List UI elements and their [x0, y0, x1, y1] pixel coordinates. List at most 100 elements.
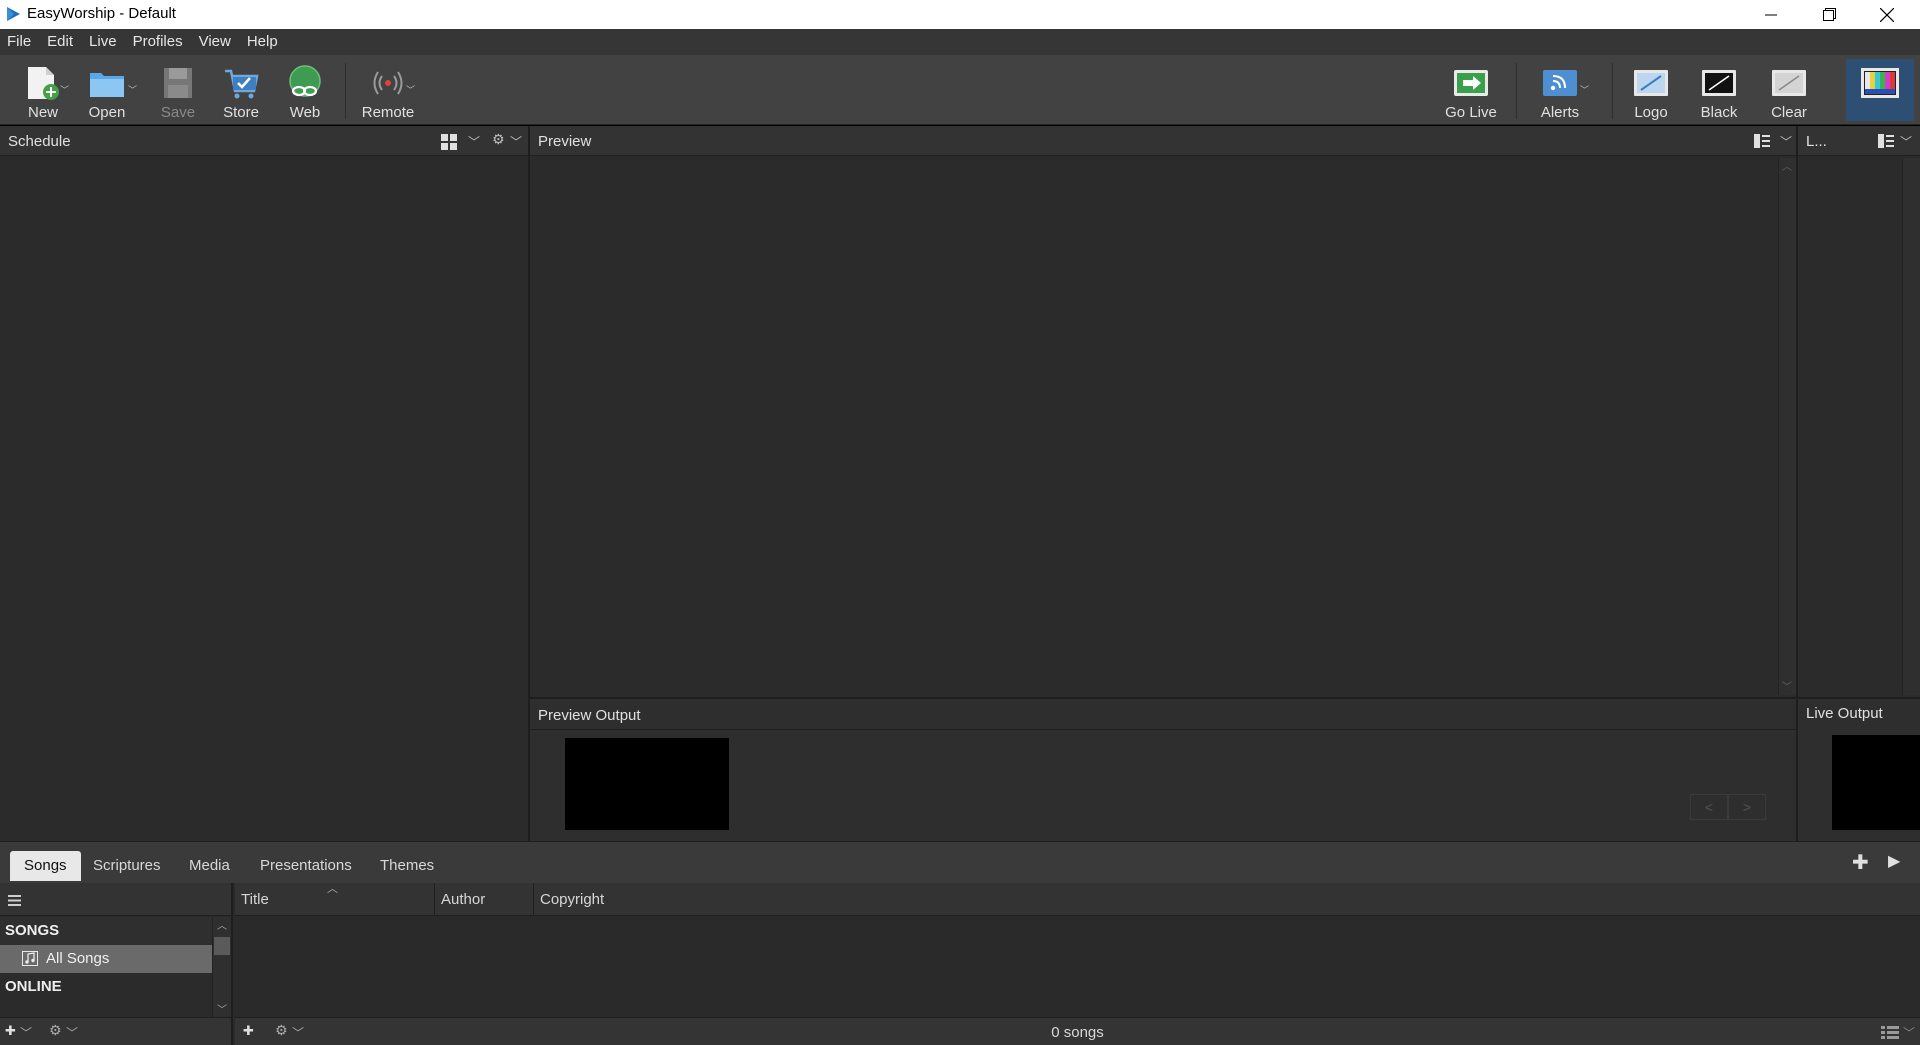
category-scrollbar[interactable]: ︿ ﹀	[212, 917, 231, 1017]
logo-button[interactable]: Logo	[1626, 55, 1676, 125]
black-label: Black	[1700, 104, 1738, 121]
menu-help[interactable]: Help	[239, 29, 286, 55]
view-mode-dropdown-icon[interactable]: ﹀	[1903, 1024, 1915, 1041]
minimize-button[interactable]	[1742, 0, 1800, 29]
play-icon[interactable]: ▶	[1888, 851, 1900, 871]
preview-output-thumbnail	[565, 738, 729, 830]
web-globe-link-icon	[289, 65, 321, 97]
live-output-title: Live Output	[1806, 705, 1883, 722]
toolbar-separator	[1516, 63, 1517, 119]
new-button[interactable]: New ﹀	[18, 55, 69, 125]
preview-panel: Preview ﹀ ︿ ﹀	[530, 126, 1796, 697]
songs-status-bar: ✚ ⚙ ﹀ 0 songs ﹀	[235, 1017, 1920, 1045]
song-count: 0 songs	[1051, 1024, 1104, 1041]
scroll-up-icon[interactable]: ︿	[1782, 158, 1792, 173]
easyworship-window: EasyWorship - Default File Edit Live Pro…	[0, 0, 1920, 1045]
column-copyright[interactable]: Copyright	[534, 883, 1920, 916]
library-area: SONGS All Songs ONLINE ︿ ﹀ ✚ ﹀ ⚙ ﹀ Title…	[0, 883, 1920, 1045]
view-dropdown-icon[interactable]: ﹀	[468, 133, 480, 150]
category-settings-dropdown-icon[interactable]: ﹀	[66, 1024, 78, 1041]
tab-presentations[interactable]: Presentations	[246, 851, 366, 881]
live-header: L... ﹀	[1798, 126, 1920, 156]
menu-bar: File Edit Live Profiles View Help	[0, 29, 1920, 55]
remote-label: Remote	[361, 104, 415, 121]
list-view-icon[interactable]	[1754, 134, 1770, 148]
scroll-thumb[interactable]	[214, 937, 230, 955]
restore-button[interactable]	[1800, 0, 1858, 29]
preview-title: Preview	[538, 133, 592, 150]
toolbar: New ﹀ Open ﹀ Save Store Web Remote ﹀ Go …	[0, 55, 1920, 125]
save-disk-icon	[164, 68, 192, 98]
clear-button[interactable]: Clear	[1764, 55, 1814, 125]
menu-live[interactable]: Live	[81, 29, 125, 55]
next-slide-button[interactable]: >	[1728, 794, 1766, 820]
go-live-label: Go Live	[1445, 104, 1497, 121]
live-output-thumbnail	[1832, 735, 1920, 830]
column-author[interactable]: Author	[435, 883, 534, 916]
output-settings-button[interactable]	[1846, 59, 1914, 121]
black-button[interactable]: Black	[1694, 55, 1744, 125]
restore-icon	[1822, 8, 1836, 21]
alerts-button[interactable]: Alerts ﹀	[1530, 55, 1590, 125]
menu-edit[interactable]: Edit	[39, 29, 81, 55]
add-category-dropdown-icon[interactable]: ﹀	[20, 1024, 32, 1041]
category-header	[0, 883, 231, 916]
schedule-panel: Schedule ﹀ ⚙ ﹀	[0, 126, 528, 841]
open-button[interactable]: Open ﹀	[82, 55, 137, 125]
live-title: L...	[1806, 133, 1827, 150]
toolbar-separator	[345, 63, 346, 119]
open-label: Open	[88, 104, 126, 121]
close-button[interactable]	[1858, 0, 1916, 29]
new-label: New	[27, 104, 58, 121]
library-tab-bar: Songs Scriptures Media Presentations The…	[0, 841, 1920, 883]
remote-dropdown-icon[interactable]: ﹀	[406, 83, 415, 96]
tab-scriptures[interactable]: Scriptures	[79, 851, 175, 881]
open-dropdown-icon[interactable]: ﹀	[128, 83, 137, 96]
preview-scrollbar[interactable]: ︿ ﹀	[1778, 158, 1796, 695]
store-label: Store	[223, 104, 259, 121]
live-scrollbar[interactable]	[1902, 158, 1920, 695]
menu-file[interactable]: File	[0, 29, 39, 55]
live-panel: L... ﹀	[1798, 126, 1920, 697]
gear-icon[interactable]: ⚙	[49, 1022, 62, 1039]
live-list-view-icon[interactable]	[1878, 134, 1894, 148]
preview-output-panel: Preview Output < >	[530, 697, 1796, 841]
schedule-header: Schedule ﹀ ⚙ ﹀	[0, 126, 528, 156]
remote-button[interactable]: Remote ﹀	[358, 55, 418, 125]
alerts-signal-icon	[1543, 70, 1577, 96]
add-category-icon[interactable]: ✚	[5, 1023, 16, 1039]
grid-view-icon[interactable]	[441, 134, 457, 150]
menu-view[interactable]: View	[191, 29, 239, 55]
preview-view-dropdown-icon[interactable]: ﹀	[1780, 133, 1792, 150]
settings-dropdown-icon[interactable]: ﹀	[510, 133, 522, 150]
songs-list-header: Title ︿ Author Copyright	[235, 883, 1920, 916]
go-live-button[interactable]: Go Live	[1443, 55, 1499, 125]
details-view-icon[interactable]	[1881, 1026, 1899, 1039]
add-icon[interactable]: ✚	[1852, 850, 1869, 875]
logo-screen-icon	[1634, 70, 1668, 96]
alerts-dropdown-icon[interactable]: ﹀	[1580, 83, 1589, 96]
tab-songs[interactable]: Songs	[10, 851, 81, 881]
web-button[interactable]: Web	[280, 55, 330, 125]
live-view-dropdown-icon[interactable]: ﹀	[1900, 133, 1912, 150]
close-icon	[1880, 7, 1894, 22]
save-button[interactable]: Save	[153, 55, 203, 125]
hamburger-menu-icon[interactable]	[8, 895, 21, 906]
new-dropdown-icon[interactable]: ﹀	[60, 83, 69, 96]
store-button[interactable]: Store	[216, 55, 266, 125]
gear-icon[interactable]: ⚙	[492, 131, 505, 148]
category-songs-header: SONGS	[0, 917, 212, 945]
tab-themes[interactable]: Themes	[366, 851, 448, 881]
menu-profiles[interactable]: Profiles	[125, 29, 191, 55]
remote-broadcast-icon	[373, 71, 403, 95]
black-screen-icon	[1702, 70, 1736, 96]
scroll-up-icon[interactable]: ︿	[217, 917, 227, 932]
separator	[530, 729, 1796, 730]
scroll-down-icon[interactable]: ﹀	[217, 1001, 227, 1016]
previous-slide-button[interactable]: <	[1690, 794, 1728, 820]
logo-label: Logo	[1634, 104, 1668, 121]
category-toolbar: ✚ ﹀ ⚙ ﹀	[0, 1017, 231, 1045]
scroll-down-icon[interactable]: ﹀	[1782, 678, 1792, 693]
web-label: Web	[289, 104, 321, 121]
tab-media[interactable]: Media	[175, 851, 244, 881]
